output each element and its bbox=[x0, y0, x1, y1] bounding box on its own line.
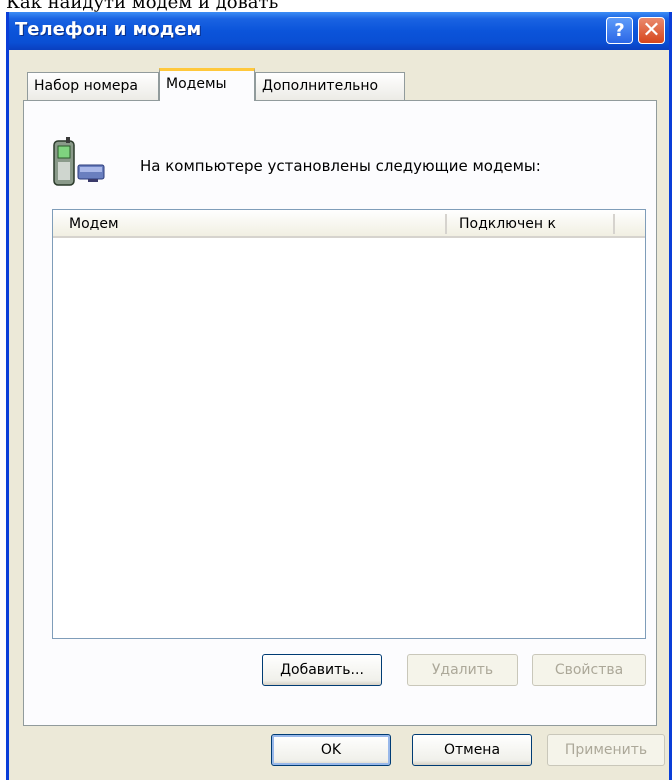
remove-button[interactable]: Удалить bbox=[407, 654, 518, 686]
window-title: Телефон и модем bbox=[15, 19, 202, 40]
column-header-connected-to[interactable]: Подключен к bbox=[459, 216, 556, 232]
column-separator[interactable] bbox=[613, 214, 615, 234]
close-button[interactable]: ✕ bbox=[638, 17, 665, 44]
dialog-window: Телефон и модем ? ✕ Набор номера Модемы … bbox=[6, 12, 672, 780]
modems-list[interactable]: Модем Подключен к bbox=[52, 209, 646, 639]
properties-button[interactable]: Свойства bbox=[532, 654, 646, 686]
title-bar[interactable]: Телефон и модем ? ✕ bbox=[9, 12, 669, 50]
tab-advanced[interactable]: Дополнительно bbox=[255, 72, 405, 100]
tab-dialing[interactable]: Набор номера bbox=[27, 72, 159, 100]
add-button[interactable]: Добавить... bbox=[262, 654, 382, 686]
close-icon: ✕ bbox=[642, 18, 661, 43]
help-button[interactable]: ? bbox=[606, 17, 633, 44]
cancel-button[interactable]: Отмена bbox=[412, 734, 532, 766]
modems-intro-text: На компьютере установлены следующие моде… bbox=[140, 157, 541, 175]
tab-modems[interactable]: Модемы bbox=[159, 68, 255, 101]
modems-list-header: Модем Подключен к bbox=[53, 210, 645, 238]
apply-button[interactable]: Применить bbox=[547, 734, 665, 766]
ok-button[interactable]: OK bbox=[271, 734, 391, 766]
phone-modem-icon bbox=[53, 137, 105, 186]
column-header-modem[interactable]: Модем bbox=[69, 216, 119, 232]
modems-panel: На компьютере установлены следующие моде… bbox=[23, 100, 657, 726]
column-separator[interactable] bbox=[445, 214, 447, 234]
help-icon: ? bbox=[614, 20, 625, 41]
